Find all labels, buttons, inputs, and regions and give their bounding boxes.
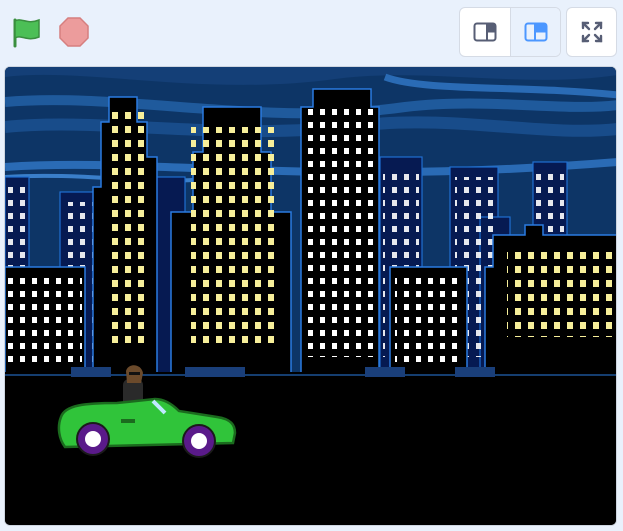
small-stage-icon [473, 22, 497, 42]
fullscreen-button[interactable] [566, 7, 617, 57]
stop-sign-icon [59, 17, 89, 47]
night-city-backdrop [5, 67, 616, 525]
stage-size-toggle [459, 7, 561, 57]
stage-canvas[interactable] [4, 66, 617, 526]
small-stage-button[interactable] [460, 8, 510, 56]
green-flag-icon [13, 18, 40, 48]
stop-button[interactable] [57, 15, 91, 49]
fullscreen-icon [581, 21, 602, 43]
stage-header [0, 0, 623, 64]
large-stage-button[interactable] [510, 8, 560, 56]
large-stage-icon [524, 22, 547, 42]
green-flag-button[interactable] [9, 15, 43, 49]
